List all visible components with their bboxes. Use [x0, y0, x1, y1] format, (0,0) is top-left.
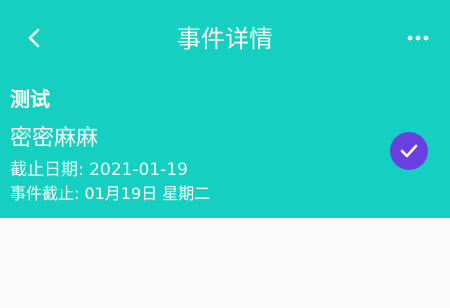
group-title: 测试: [10, 87, 50, 111]
back-button[interactable]: [18, 22, 50, 54]
app-screen: 事件详情 测试 密密麻麻 截止日期: 2021-01-19 事件截止: 01月1…: [0, 0, 450, 308]
more-horizontal-icon: [407, 35, 429, 41]
top-bar: 事件详情: [0, 0, 450, 78]
event-header: 事件详情 测试 密密麻麻 截止日期: 2021-01-19 事件截止: 01月1…: [0, 0, 450, 218]
event-name: 密密麻麻: [10, 126, 99, 151]
page-title: 事件详情: [177, 25, 273, 53]
more-button[interactable]: [398, 24, 438, 52]
chevron-left-icon: [28, 28, 40, 48]
check-icon: [400, 144, 418, 158]
deadline-date: 截止日期: 2021-01-19: [10, 160, 188, 180]
event-deadline: 事件截止: 01月19日 星期二: [10, 184, 211, 203]
complete-toggle-button[interactable]: [390, 132, 428, 170]
